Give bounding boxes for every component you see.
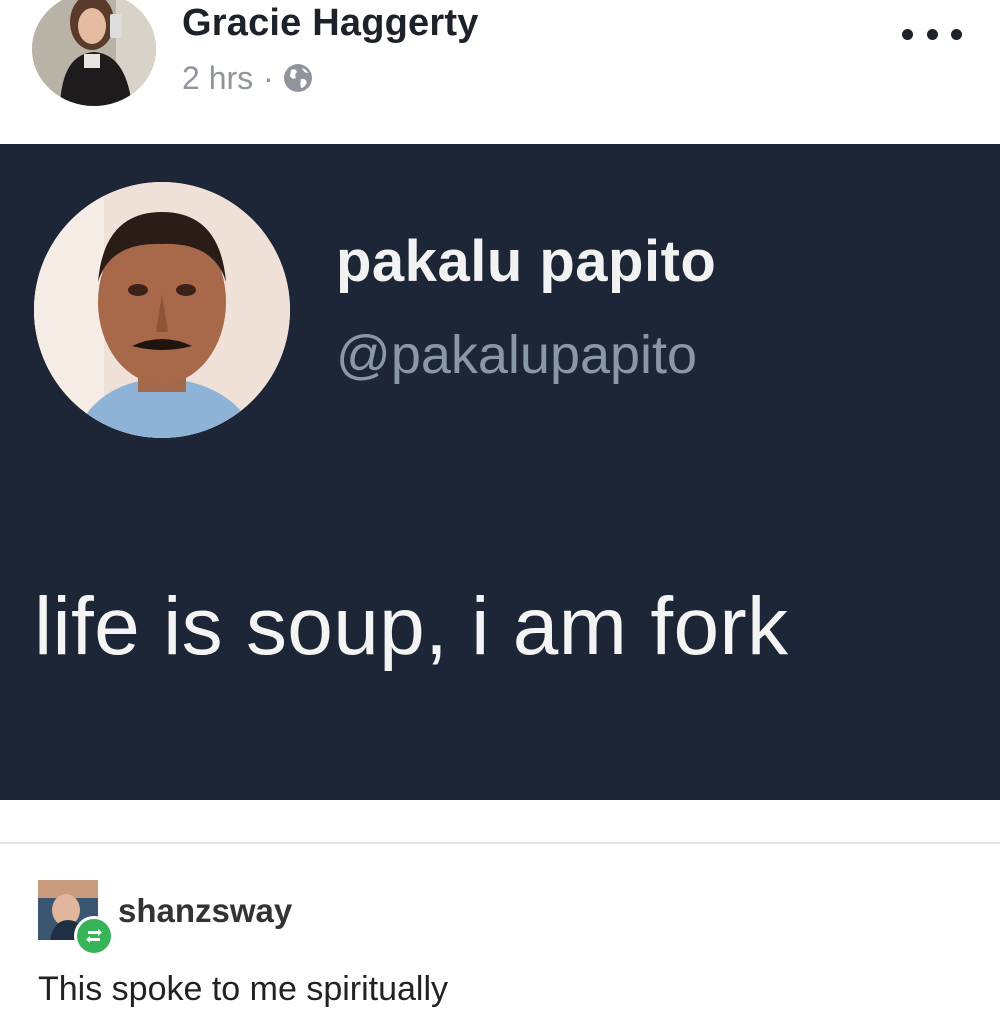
more-options-dot bbox=[902, 28, 913, 40]
reblog-card: shanzsway This spoke to me spiritually bbox=[0, 800, 1000, 1008]
reblog-username[interactable]: shanzsway bbox=[118, 892, 292, 930]
poster-avatar[interactable] bbox=[32, 0, 156, 106]
tweet-handle: @pakalupapito bbox=[336, 325, 698, 385]
more-options-button[interactable] bbox=[902, 14, 962, 54]
tweet-display-name: pakalu papito bbox=[336, 229, 717, 294]
divider bbox=[0, 842, 1000, 844]
poster-name[interactable]: Gracie Haggerty bbox=[182, 2, 479, 45]
tweet-image[interactable]: pakalu papito @pakalupapito life is soup… bbox=[0, 144, 1000, 800]
reblog-icon bbox=[74, 916, 114, 956]
more-options-dot bbox=[951, 28, 962, 40]
globe-icon bbox=[282, 62, 314, 94]
meta-separator: · bbox=[263, 59, 274, 96]
post-header: Gracie Haggerty 2 hrs · bbox=[0, 0, 1000, 144]
post-timestamp[interactable]: 2 hrs bbox=[182, 60, 253, 97]
tweet-avatar bbox=[34, 182, 290, 438]
reblog-comment: This spoke to me spiritually bbox=[38, 970, 449, 1008]
more-options-dot bbox=[926, 28, 938, 40]
tweet-text: life is soup, i am fork bbox=[34, 581, 789, 672]
post-meta: 2 hrs · bbox=[182, 58, 314, 98]
